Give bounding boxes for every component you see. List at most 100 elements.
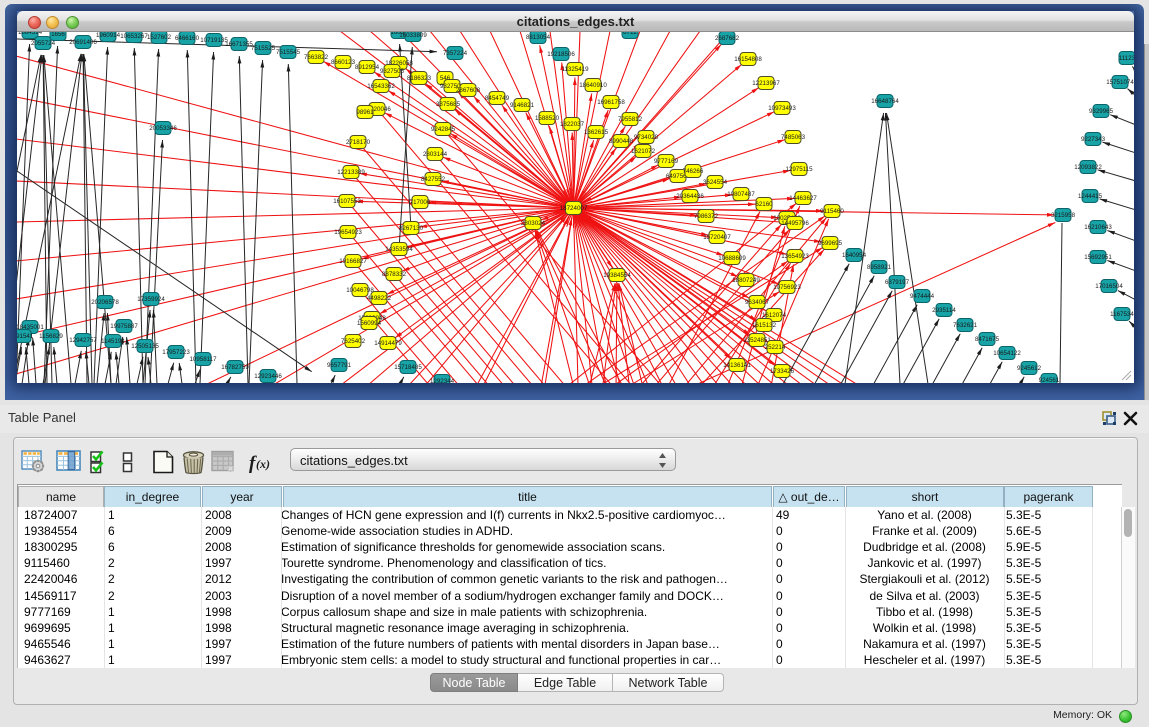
svg-text:3875685: 3875685: [436, 101, 461, 108]
svg-text:17359924: 17359924: [137, 296, 165, 303]
svg-text:10973493: 10973493: [768, 105, 796, 112]
svg-text:16210643: 16210643: [1084, 224, 1112, 231]
svg-text:1145194: 1145194: [101, 338, 125, 345]
svg-text:7485063: 7485063: [781, 134, 806, 141]
svg-text:14136141: 14136141: [723, 362, 751, 369]
svg-text:10654122: 10654122: [993, 350, 1021, 357]
svg-text:1156829: 1156829: [39, 333, 63, 340]
svg-text:1588520: 1588520: [535, 115, 560, 122]
svg-text:8267130: 8267130: [399, 225, 424, 232]
svg-text:16782759: 16782759: [221, 364, 249, 371]
svg-text:16671355: 16671355: [225, 41, 253, 48]
svg-text:13654923: 13654923: [781, 253, 809, 260]
svg-text:12942757: 12942757: [69, 337, 97, 344]
svg-text:2867608: 2867608: [456, 87, 481, 94]
svg-text:9657791: 9657791: [327, 362, 352, 369]
svg-text:18640910: 18640910: [579, 82, 607, 89]
svg-text:14353594: 14353594: [385, 246, 413, 253]
svg-text:15718485: 15718485: [394, 364, 422, 371]
svg-text:1960914: 1960914: [96, 32, 121, 39]
svg-text:8990448: 8990448: [609, 138, 634, 145]
svg-text:98961: 98961: [356, 109, 374, 116]
svg-text:1656: 1656: [51, 32, 65, 38]
svg-text:15751074: 15751074: [1106, 79, 1134, 86]
svg-text:9634067: 9634067: [745, 299, 770, 306]
svg-text:8813054: 8813054: [526, 34, 551, 41]
svg-text:17016504: 17016504: [1095, 283, 1123, 290]
svg-text:10958117: 10958117: [189, 356, 217, 363]
svg-text:10756923: 10756923: [773, 284, 801, 291]
svg-text:20206578: 20206578: [91, 299, 119, 306]
svg-text:10653267: 10653267: [120, 33, 148, 40]
svg-text:19384554: 19384554: [603, 272, 631, 279]
svg-text:252214: 252214: [765, 344, 786, 351]
svg-text:1621072: 1621072: [631, 148, 656, 155]
svg-text:10688609: 10688609: [718, 255, 746, 262]
svg-text:924561: 924561: [1039, 377, 1060, 383]
svg-text:62160: 62160: [755, 201, 773, 208]
svg-text:8958921: 8958921: [867, 264, 892, 271]
svg-text:8912954: 8912954: [355, 64, 380, 71]
svg-text:1362615: 1362615: [584, 129, 609, 136]
svg-text:8712: 8712: [623, 32, 637, 36]
svg-text:10046798: 10046798: [346, 287, 374, 294]
svg-text:14495796: 14495796: [781, 220, 809, 227]
svg-text:7986372: 7986372: [694, 213, 719, 220]
svg-text:12505135: 12505135: [131, 343, 159, 350]
svg-text:20053346: 20053346: [149, 125, 177, 132]
svg-text:1167534: 1167534: [1110, 311, 1134, 318]
svg-text:9327505: 9327505: [380, 68, 405, 75]
svg-text:2055724: 2055724: [31, 40, 56, 47]
svg-text:19166827: 19166827: [339, 258, 367, 265]
svg-text:9115460: 9115460: [820, 208, 844, 215]
svg-text:1560994: 1560994: [357, 320, 382, 327]
svg-text:12093822: 12093822: [1074, 164, 1102, 171]
svg-text:7515545: 7515545: [276, 49, 301, 56]
svg-text:2803144: 2803144: [423, 151, 448, 158]
svg-text:9227343: 9227343: [1081, 136, 1106, 143]
svg-text:8878332: 8878332: [382, 271, 407, 278]
svg-text:1612074: 1612074: [762, 312, 787, 319]
svg-text:4498222: 4498222: [367, 295, 392, 302]
svg-text:9146821: 9146821: [510, 102, 535, 109]
svg-text:18724007: 18724007: [560, 205, 588, 212]
svg-text:7515525: 7515525: [251, 45, 276, 52]
svg-text:746266: 746266: [683, 168, 704, 175]
svg-text:16033809: 16033809: [399, 32, 427, 39]
svg-text:9245612: 9245612: [1017, 365, 1042, 372]
svg-text:1733426: 1733426: [770, 368, 795, 375]
svg-text:6379197: 6379197: [885, 279, 910, 286]
svg-text:8660123: 8660123: [331, 59, 356, 66]
svg-text:7663822: 7663822: [304, 54, 329, 61]
svg-text:2687682: 2687682: [715, 35, 740, 42]
svg-text:15692951: 15692951: [1084, 254, 1112, 261]
svg-text:3215958: 3215958: [1051, 212, 1076, 219]
svg-text:391541: 391541: [17, 333, 34, 340]
svg-text:2803024: 2803024: [521, 220, 546, 227]
svg-text:1640954: 1640954: [842, 252, 867, 259]
svg-text:7955812: 7955812: [618, 116, 643, 123]
svg-text:11123: 11123: [1119, 55, 1134, 62]
svg-text:9474444: 9474444: [910, 293, 935, 300]
svg-text:15720407: 15720407: [703, 234, 731, 241]
svg-text:19975887: 19975887: [110, 323, 138, 330]
svg-text:9734028: 9734028: [634, 134, 659, 141]
svg-text:8471675: 8471675: [975, 336, 1000, 343]
svg-text:12923446: 12923446: [254, 373, 282, 380]
svg-text:1244415: 1244415: [1078, 193, 1103, 200]
svg-text:8186323: 8186323: [407, 75, 432, 82]
svg-text:20364436: 20364436: [676, 193, 704, 200]
svg-text:8427552: 8427552: [421, 176, 446, 183]
svg-text:11325419: 11325419: [561, 66, 589, 73]
svg-text:7625402: 7625402: [341, 338, 366, 345]
svg-text:7357224: 7357224: [443, 50, 468, 57]
svg-text:717006: 717006: [410, 199, 431, 206]
svg-text:12975115: 12975115: [785, 166, 813, 173]
svg-text:8454749: 8454749: [485, 95, 510, 102]
svg-text:16543362: 16543362: [367, 83, 395, 90]
svg-text:2718170: 2718170: [346, 139, 371, 146]
svg-text:7632621: 7632621: [953, 322, 978, 329]
svg-text:20691406: 20691406: [69, 39, 97, 46]
svg-text:17957223: 17957223: [162, 349, 190, 356]
svg-text:1884314: 1884314: [18, 32, 43, 36]
